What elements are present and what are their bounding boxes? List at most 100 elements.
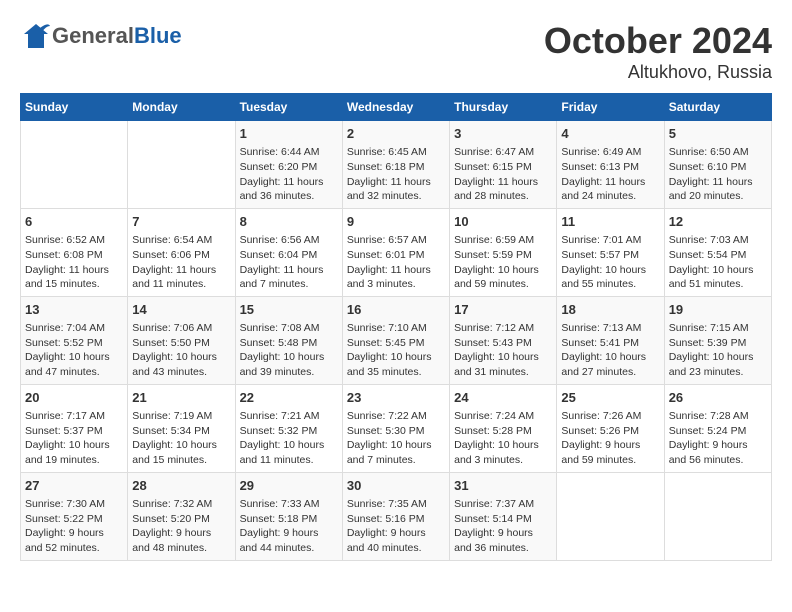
- day-number: 9: [347, 213, 445, 231]
- day-number: 23: [347, 389, 445, 407]
- calendar-cell: 21 Sunrise: 7:19 AM Sunset: 5:34 PM Dayli…: [128, 384, 235, 472]
- day-info: Sunrise: 6:47 AM Sunset: 6:15 PM Dayligh…: [454, 145, 552, 204]
- calendar-cell: 17 Sunrise: 7:12 AM Sunset: 5:43 PM Dayli…: [450, 296, 557, 384]
- calendar-cell: 11Sunrise: 7:01 AM Sunset: 5:57 PM Dayli…: [557, 208, 664, 296]
- day-info: Sunrise: 6:44 AM Sunset: 6:20 PM Dayligh…: [240, 145, 338, 204]
- calendar-header-saturday: Saturday: [664, 94, 771, 121]
- day-number: 28: [132, 477, 230, 495]
- calendar-cell: 8Sunrise: 6:56 AM Sunset: 6:04 PM Daylig…: [235, 208, 342, 296]
- day-number: 2: [347, 125, 445, 143]
- day-info: Sunrise: 7:03 AM Sunset: 5:54 PM Dayligh…: [669, 233, 767, 292]
- calendar-cell: 18Sunrise: 7:13 AM Sunset: 5:41 PM Dayli…: [557, 296, 664, 384]
- calendar-header-sunday: Sunday: [21, 94, 128, 121]
- day-info: Sunrise: 7:17 AM Sunset: 5:37 PM Dayligh…: [25, 409, 123, 468]
- day-info: Sunrise: 7:24 AM Sunset: 5:28 PM Dayligh…: [454, 409, 552, 468]
- day-number: 1: [240, 125, 338, 143]
- calendar-cell: [664, 472, 771, 560]
- day-number: 5: [669, 125, 767, 143]
- calendar-cell: [128, 121, 235, 209]
- day-number: 26: [669, 389, 767, 407]
- calendar-header-tuesday: Tuesday: [235, 94, 342, 121]
- calendar-cell: 9 Sunrise: 6:57 AM Sunset: 6:01 PM Daylig…: [342, 208, 449, 296]
- day-info: Sunrise: 7:04 AM Sunset: 5:52 PM Dayligh…: [25, 321, 123, 380]
- calendar-week-row: 1 Sunrise: 6:44 AM Sunset: 6:20 PM Daylig…: [21, 121, 772, 209]
- calendar-cell: 31Sunrise: 7:37 AM Sunset: 5:14 PM Dayli…: [450, 472, 557, 560]
- calendar-cell: 25 Sunrise: 7:26 AM Sunset: 5:26 PM Dayli…: [557, 384, 664, 472]
- calendar-cell: 19 Sunrise: 7:15 AM Sunset: 5:39 PM Dayli…: [664, 296, 771, 384]
- logo-blue-text: Blue: [134, 23, 182, 48]
- day-number: 15: [240, 301, 338, 319]
- calendar-cell: 30 Sunrise: 7:35 AM Sunset: 5:16 PM Dayli…: [342, 472, 449, 560]
- day-number: 13: [25, 301, 123, 319]
- logo: GeneralBlue: [20, 20, 182, 52]
- day-number: 3: [454, 125, 552, 143]
- calendar-cell: 22 Sunrise: 7:21 AM Sunset: 5:32 PM Dayli…: [235, 384, 342, 472]
- day-info: Sunrise: 7:26 AM Sunset: 5:26 PM Dayligh…: [561, 409, 659, 468]
- day-info: Sunrise: 7:35 AM Sunset: 5:16 PM Dayligh…: [347, 497, 445, 556]
- calendar-week-row: 13 Sunrise: 7:04 AM Sunset: 5:52 PM Dayli…: [21, 296, 772, 384]
- day-info: Sunrise: 6:50 AM Sunset: 6:10 PM Dayligh…: [669, 145, 767, 204]
- calendar-cell: 24 Sunrise: 7:24 AM Sunset: 5:28 PM Dayli…: [450, 384, 557, 472]
- calendar-week-row: 27 Sunrise: 7:30 AM Sunset: 5:22 PM Dayli…: [21, 472, 772, 560]
- calendar-cell: [557, 472, 664, 560]
- day-info: Sunrise: 7:13 AM Sunset: 5:41 PM Dayligh…: [561, 321, 659, 380]
- day-number: 22: [240, 389, 338, 407]
- day-info: Sunrise: 7:22 AM Sunset: 5:30 PM Dayligh…: [347, 409, 445, 468]
- calendar-cell: 5 Sunrise: 6:50 AM Sunset: 6:10 PM Daylig…: [664, 121, 771, 209]
- day-info: Sunrise: 7:33 AM Sunset: 5:18 PM Dayligh…: [240, 497, 338, 556]
- day-info: Sunrise: 6:49 AM Sunset: 6:13 PM Dayligh…: [561, 145, 659, 204]
- calendar-cell: 13 Sunrise: 7:04 AM Sunset: 5:52 PM Dayli…: [21, 296, 128, 384]
- calendar-header-wednesday: Wednesday: [342, 94, 449, 121]
- day-info: Sunrise: 6:52 AM Sunset: 6:08 PM Dayligh…: [25, 233, 123, 292]
- calendar-header-row: SundayMondayTuesdayWednesdayThursdayFrid…: [21, 94, 772, 121]
- day-info: Sunrise: 6:59 AM Sunset: 5:59 PM Dayligh…: [454, 233, 552, 292]
- calendar-cell: 15Sunrise: 7:08 AM Sunset: 5:48 PM Dayli…: [235, 296, 342, 384]
- calendar-week-row: 20 Sunrise: 7:17 AM Sunset: 5:37 PM Dayli…: [21, 384, 772, 472]
- day-number: 14: [132, 301, 230, 319]
- calendar-cell: 20 Sunrise: 7:17 AM Sunset: 5:37 PM Dayli…: [21, 384, 128, 472]
- calendar-cell: 27 Sunrise: 7:30 AM Sunset: 5:22 PM Dayli…: [21, 472, 128, 560]
- calendar-cell: 16Sunrise: 7:10 AM Sunset: 5:45 PM Dayli…: [342, 296, 449, 384]
- day-number: 24: [454, 389, 552, 407]
- calendar-cell: 1 Sunrise: 6:44 AM Sunset: 6:20 PM Daylig…: [235, 121, 342, 209]
- day-number: 27: [25, 477, 123, 495]
- day-info: Sunrise: 7:21 AM Sunset: 5:32 PM Dayligh…: [240, 409, 338, 468]
- day-number: 7: [132, 213, 230, 231]
- calendar-cell: 23 Sunrise: 7:22 AM Sunset: 5:30 PM Dayli…: [342, 384, 449, 472]
- calendar-cell: 29Sunrise: 7:33 AM Sunset: 5:18 PM Dayli…: [235, 472, 342, 560]
- calendar-cell: [21, 121, 128, 209]
- calendar-cell: 12 Sunrise: 7:03 AM Sunset: 5:54 PM Dayli…: [664, 208, 771, 296]
- day-info: Sunrise: 7:12 AM Sunset: 5:43 PM Dayligh…: [454, 321, 552, 380]
- calendar-cell: 3 Sunrise: 6:47 AM Sunset: 6:15 PM Daylig…: [450, 121, 557, 209]
- day-number: 17: [454, 301, 552, 319]
- calendar-cell: 10 Sunrise: 6:59 AM Sunset: 5:59 PM Dayli…: [450, 208, 557, 296]
- day-info: Sunrise: 7:32 AM Sunset: 5:20 PM Dayligh…: [132, 497, 230, 556]
- day-number: 25: [561, 389, 659, 407]
- calendar-cell: 2Sunrise: 6:45 AM Sunset: 6:18 PM Daylig…: [342, 121, 449, 209]
- day-info: Sunrise: 7:30 AM Sunset: 5:22 PM Dayligh…: [25, 497, 123, 556]
- calendar-cell: 28 Sunrise: 7:32 AM Sunset: 5:20 PM Dayli…: [128, 472, 235, 560]
- day-info: Sunrise: 7:19 AM Sunset: 5:34 PM Dayligh…: [132, 409, 230, 468]
- day-number: 12: [669, 213, 767, 231]
- day-info: Sunrise: 7:06 AM Sunset: 5:50 PM Dayligh…: [132, 321, 230, 380]
- calendar-header-friday: Friday: [557, 94, 664, 121]
- calendar-cell: 7Sunrise: 6:54 AM Sunset: 6:06 PM Daylig…: [128, 208, 235, 296]
- calendar-cell: 6Sunrise: 6:52 AM Sunset: 6:08 PM Daylig…: [21, 208, 128, 296]
- day-number: 19: [669, 301, 767, 319]
- day-info: Sunrise: 7:10 AM Sunset: 5:45 PM Dayligh…: [347, 321, 445, 380]
- day-info: Sunrise: 7:15 AM Sunset: 5:39 PM Dayligh…: [669, 321, 767, 380]
- title-block: October 2024 Altukhovo, Russia: [544, 20, 772, 83]
- day-number: 20: [25, 389, 123, 407]
- day-number: 21: [132, 389, 230, 407]
- calendar-week-row: 6Sunrise: 6:52 AM Sunset: 6:08 PM Daylig…: [21, 208, 772, 296]
- page-title: October 2024: [544, 20, 772, 62]
- day-number: 4: [561, 125, 659, 143]
- day-info: Sunrise: 6:56 AM Sunset: 6:04 PM Dayligh…: [240, 233, 338, 292]
- day-info: Sunrise: 7:01 AM Sunset: 5:57 PM Dayligh…: [561, 233, 659, 292]
- logo-icon: [20, 20, 52, 52]
- day-number: 10: [454, 213, 552, 231]
- calendar-table: SundayMondayTuesdayWednesdayThursdayFrid…: [20, 93, 772, 561]
- calendar-cell: 26Sunrise: 7:28 AM Sunset: 5:24 PM Dayli…: [664, 384, 771, 472]
- day-number: 30: [347, 477, 445, 495]
- day-info: Sunrise: 6:57 AM Sunset: 6:01 PM Dayligh…: [347, 233, 445, 292]
